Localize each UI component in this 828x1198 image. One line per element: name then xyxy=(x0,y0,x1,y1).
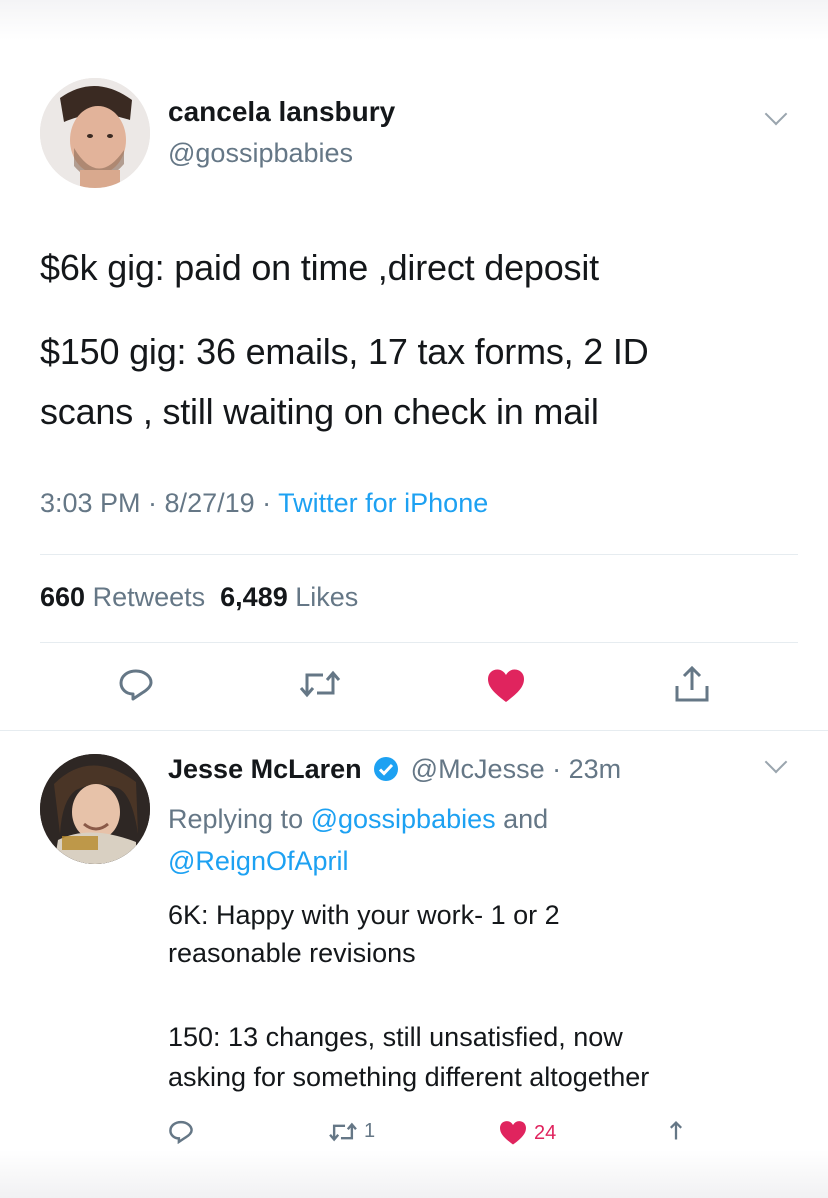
like-count[interactable]: 6,489 xyxy=(220,582,288,612)
retweet-label[interactable]: Retweets xyxy=(93,582,206,612)
avatar[interactable] xyxy=(40,754,150,864)
retweet-icon xyxy=(299,670,341,698)
like-button[interactable]: 24 xyxy=(498,1120,556,1146)
reply-text-line: 6K: Happy with your work- 1 or 2 xyxy=(168,900,560,930)
reply-text-line: 150: 13 changes, still unsatisfied, now xyxy=(168,1022,623,1052)
retweet-icon xyxy=(329,1122,357,1141)
replying-to: Replying to @gossipbabies and @ReignOfAp… xyxy=(168,798,548,882)
reply-text-line: reasonable revisions xyxy=(168,938,416,968)
mention-link[interactable]: @ReignOfApril xyxy=(168,846,348,876)
retweet-count[interactable]: 660 xyxy=(40,582,85,612)
replying-and: and xyxy=(495,804,549,834)
heart-icon xyxy=(500,1121,526,1145)
reply-text-line: asking for something different altogethe… xyxy=(168,1062,650,1092)
divider xyxy=(0,730,828,731)
retweet-button[interactable] xyxy=(298,668,342,705)
reply-icon xyxy=(119,669,153,701)
like-label[interactable]: Likes xyxy=(295,582,358,612)
like-count: 24 xyxy=(534,1121,557,1144)
like-button[interactable] xyxy=(486,668,526,709)
divider xyxy=(40,554,798,555)
mention-link[interactable]: @gossipbabies xyxy=(311,804,496,834)
author-name[interactable]: cancela lansbury xyxy=(168,96,395,128)
share-icon xyxy=(669,1120,683,1140)
avatar[interactable] xyxy=(40,78,150,188)
reply-button[interactable] xyxy=(118,668,154,707)
author-handle[interactable]: @gossipbabies xyxy=(168,138,353,169)
reply-button[interactable] xyxy=(168,1120,194,1144)
tweet-text-line: $150 gig: 36 emails, 17 tax forms, 2 ID xyxy=(40,331,649,372)
tweet-text-line: scans , still waiting on check in mail xyxy=(40,391,599,432)
tweet-source[interactable]: Twitter for iPhone xyxy=(278,488,488,518)
tweet-timestamp[interactable]: 3:03 PM · 8/27/19 · xyxy=(40,488,278,518)
tweet-text-line: $6k gig: paid on time ,direct deposit xyxy=(40,247,599,288)
tweet-meta: 3:03 PM · 8/27/19 · Twitter for iPhone xyxy=(40,488,488,519)
heart-icon xyxy=(488,669,524,702)
reply-handle-time[interactable]: @McJesse · 23m xyxy=(411,754,621,784)
tweet-stats: 660 Retweets 6,489 Likes xyxy=(40,582,358,613)
retweet-count: 1 xyxy=(364,1120,376,1142)
verified-icon xyxy=(374,757,399,781)
share-icon xyxy=(675,665,709,702)
replying-prefix: Replying to xyxy=(168,804,311,834)
retweet-button[interactable]: 1 xyxy=(328,1120,375,1143)
reply-header: Jesse McLaren @McJesse · 23m xyxy=(168,754,621,785)
reply-author-name[interactable]: Jesse McLaren xyxy=(168,754,362,784)
divider xyxy=(40,642,798,643)
share-button[interactable] xyxy=(662,1120,690,1146)
share-button[interactable] xyxy=(672,664,712,709)
reply-icon xyxy=(169,1120,193,1144)
